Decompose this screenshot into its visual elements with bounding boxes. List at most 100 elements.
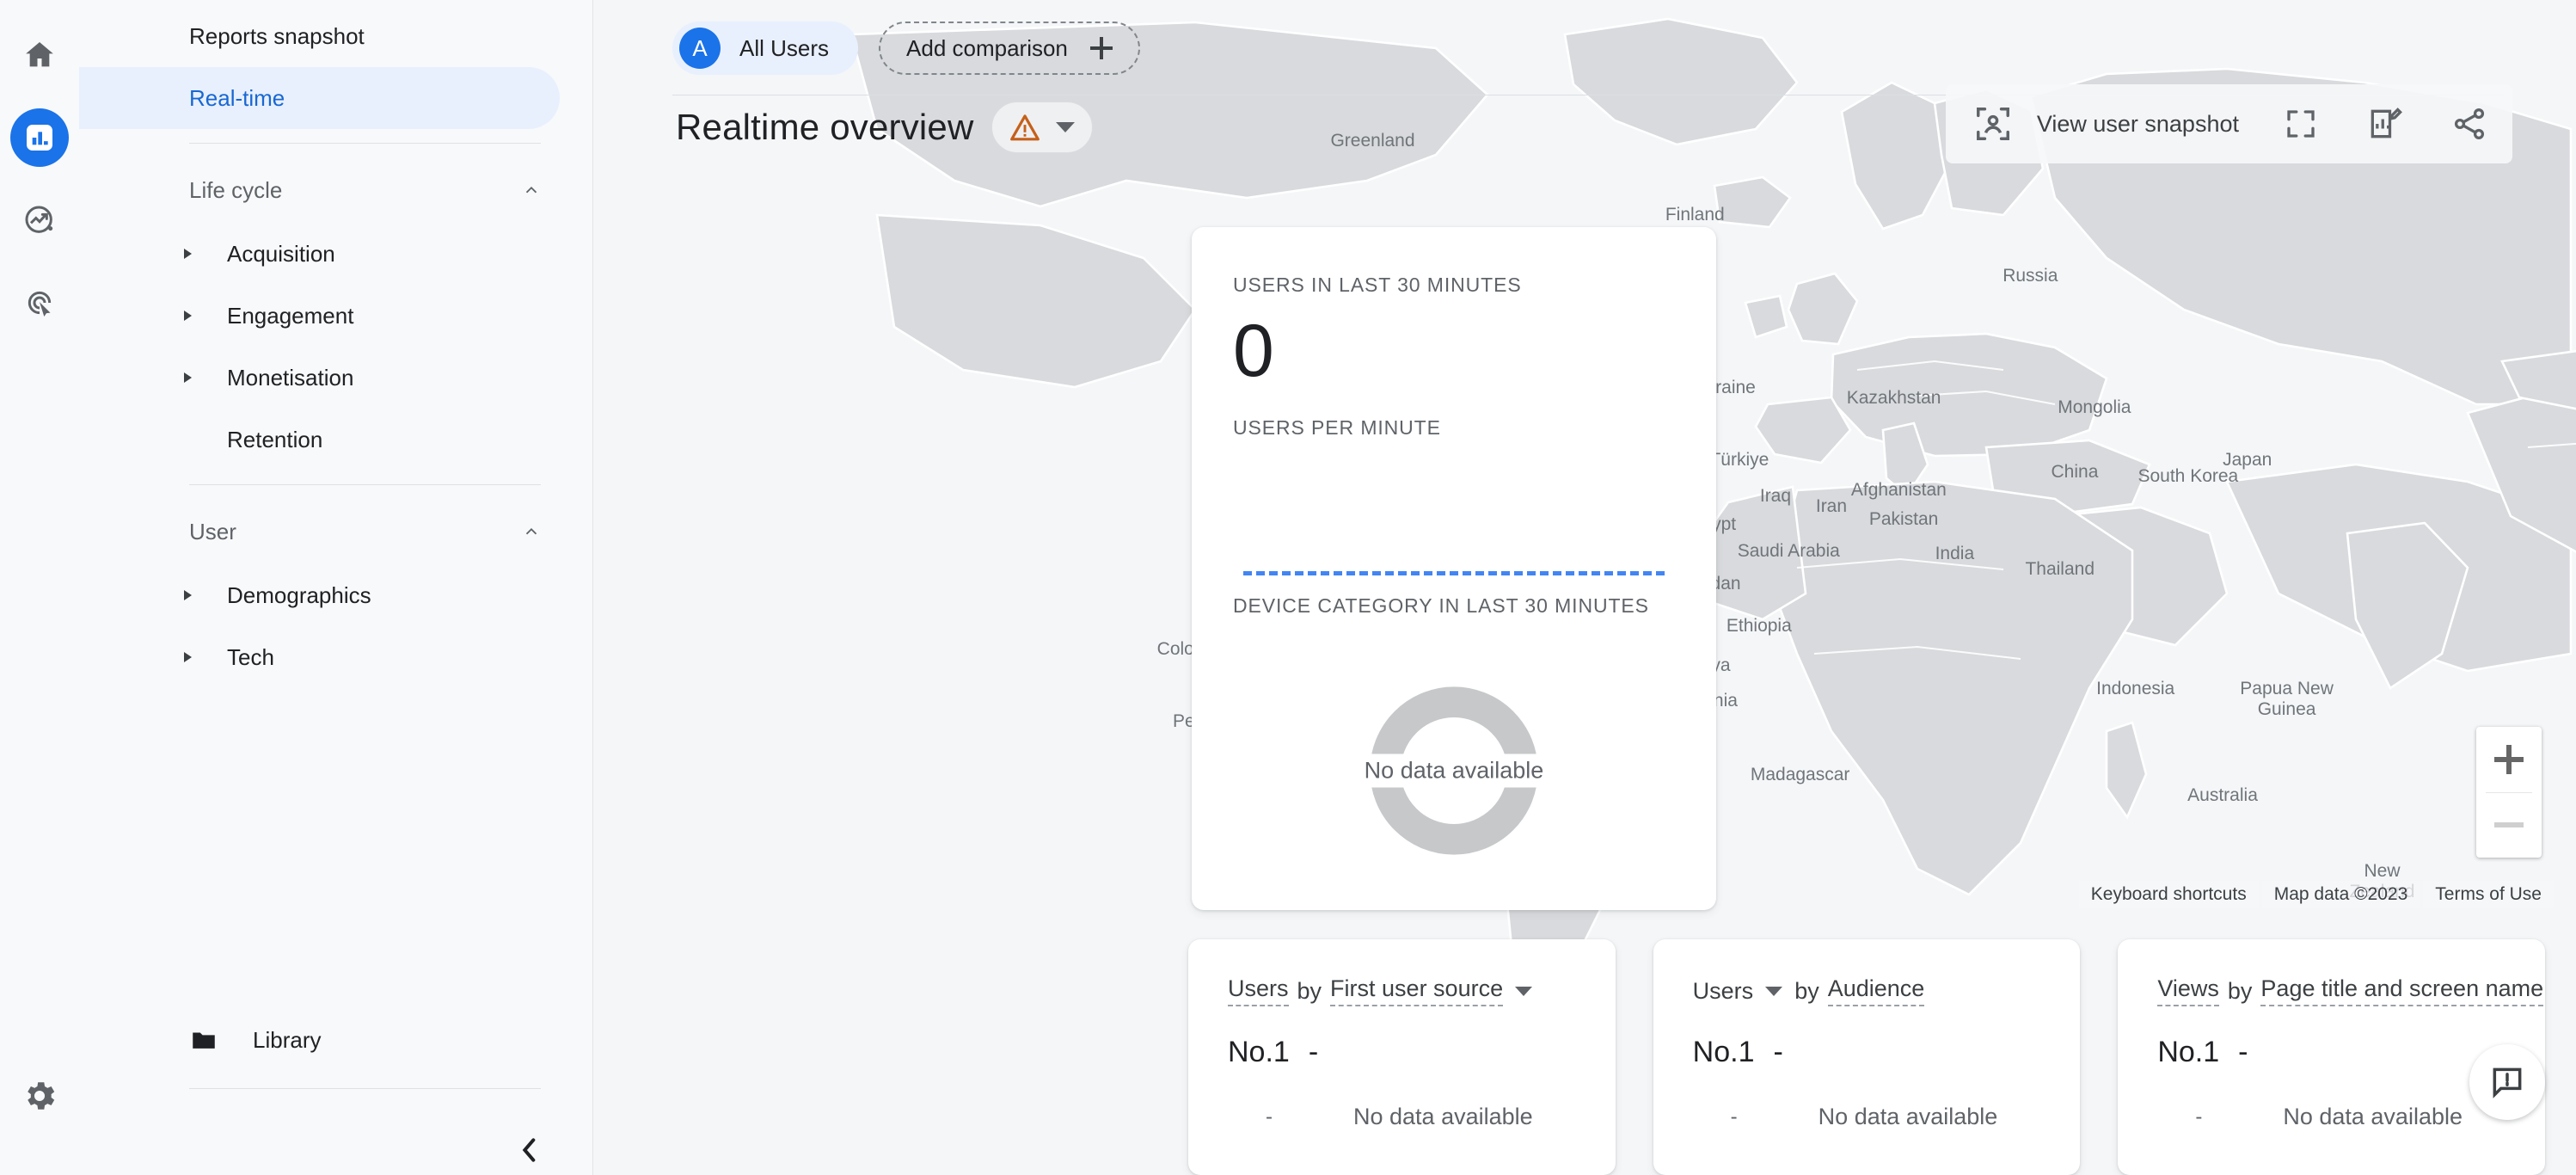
sidebar-item-library[interactable]: Library (189, 1025, 321, 1055)
sidebar-divider-2 (189, 484, 541, 485)
rank-value: - (1308, 1036, 1319, 1068)
map-label: South Korea (2137, 466, 2239, 487)
sidebar-item-reports-snapshot[interactable]: Reports snapshot (79, 5, 560, 67)
chevron-down-icon[interactable] (1765, 986, 1783, 996)
sidebar-section-life-cycle[interactable]: Life cycle (79, 157, 592, 223)
page-title: Realtime overview (676, 107, 974, 147)
sidebar-item-tech[interactable]: Tech (79, 626, 560, 688)
card-no-data-label: No data available (2283, 1104, 2463, 1129)
realtime-users-card: USERS IN LAST 30 MINUTES 0 USERS PER MIN… (1192, 227, 1716, 910)
send-feedback-button[interactable] (2469, 1044, 2545, 1120)
map-zoom-in-button[interactable] (2476, 727, 2542, 792)
map-zoom-out-button[interactable] (2476, 793, 2542, 858)
card-top-rank: No.1 - (1228, 1036, 1576, 1069)
sidebar-item-acquisition[interactable]: Acquisition (79, 223, 560, 285)
device-category-label: DEVICE CATEGORY IN LAST 30 MINUTES (1233, 594, 1649, 617)
reports-sidebar: Reports snapshot Real-time Life cycle Ac… (79, 0, 593, 1175)
sidebar-section-label: Life cycle (189, 176, 283, 203)
fullscreen-button[interactable] (2279, 102, 2323, 146)
map-label: Türkiye (1709, 450, 1769, 471)
card-no-data-label: No data available (1818, 1104, 1998, 1129)
map-label: Saudi Arabia (1737, 540, 1840, 561)
sidebar-item-monetisation[interactable]: Monetisation (79, 347, 560, 409)
comparison-toolbar: A All Users Add comparison (593, 0, 2576, 96)
chevron-up-icon (525, 527, 537, 535)
card-by-label: by (1794, 977, 1819, 1004)
home-icon[interactable] (10, 26, 69, 84)
card-metric-label[interactable]: Views (2157, 975, 2219, 1006)
card-dimension-label[interactable]: Page title and screen name (2260, 975, 2544, 1006)
advertising-icon[interactable] (10, 274, 69, 332)
collapse-sidebar-button[interactable] (513, 1133, 548, 1172)
sidebar-item-engagement[interactable]: Engagement (79, 285, 560, 347)
device-category-donut: No data available (1233, 642, 1675, 900)
map-label: Afghanistan (1850, 479, 1947, 500)
sidebar-divider-3 (189, 1088, 541, 1089)
sparkline-baseline (1243, 570, 1665, 575)
explore-icon[interactable] (10, 191, 69, 249)
page-title-row: Realtime overview (676, 102, 1093, 153)
rank-label: No.1 (1228, 1036, 1290, 1068)
data-warning-button[interactable] (991, 102, 1093, 153)
card-by-label: by (2227, 977, 2253, 1004)
card-by-label: by (1297, 977, 1322, 1004)
sidebar-item-label: Tech (227, 643, 274, 670)
chevron-up-icon (525, 186, 537, 194)
sidebar-section-label: User (189, 518, 236, 544)
dimension-cards-row: Users by First user source No.1 - - No d… (1188, 939, 2546, 1175)
users-per-minute-sparkline (1233, 440, 1675, 594)
add-comparison-button[interactable]: Add comparison (879, 22, 1140, 75)
edit-chart-icon (2371, 108, 2402, 138)
chevron-right-icon (184, 590, 192, 600)
map-label: Iraq (1759, 486, 1792, 507)
map-label: Iran (1815, 495, 1848, 516)
map-label: Pakistan (1868, 509, 1939, 530)
chevron-down-icon[interactable] (1515, 986, 1533, 996)
terms-of-use-link[interactable]: Terms of Use (2423, 881, 2554, 908)
card-dimension-label[interactable]: Audience (1827, 975, 1925, 1006)
share-button[interactable] (2447, 102, 2492, 146)
card-metric-label[interactable]: Users (1693, 978, 1754, 1005)
sidebar-item-retention[interactable]: Retention (79, 409, 560, 471)
card-users-by-first-user-source: Users by First user source No.1 - - No d… (1188, 939, 1616, 1175)
card-title: Views by Page title and screen name (2157, 975, 2544, 1006)
avatar: A (679, 28, 721, 69)
map-attribution: Keyboard shortcuts Map data ©2023 Terms … (2078, 881, 2554, 908)
donut-no-data-label: No data available (1355, 754, 1553, 788)
sidebar-item-label: Acquisition (227, 240, 335, 267)
card-body: - No data available (1228, 1104, 1576, 1130)
map-label: Madagascar (1750, 764, 1850, 784)
map-label: Papua New Guinea (2240, 678, 2334, 719)
users-value: 0 (1233, 310, 1274, 392)
warning-icon (1009, 114, 1040, 141)
map-data-label: Map data ©2023 (2261, 881, 2420, 908)
sidebar-item-real-time[interactable]: Real-time (79, 67, 560, 129)
sidebar-item-demographics[interactable]: Demographics (79, 564, 560, 626)
view-user-snapshot-button[interactable]: View user snapshot (1973, 104, 2239, 144)
card-dimension-label[interactable]: First user source (1330, 975, 1504, 1006)
card-title: Users by Audience (1693, 975, 2041, 1006)
chevron-right-icon (184, 249, 192, 259)
rank-label: No.1 (2157, 1036, 2220, 1068)
gear-icon[interactable] (10, 1067, 69, 1125)
card-metric-label[interactable]: Users (1228, 975, 1289, 1006)
sidebar-item-label: Real-time (189, 84, 285, 111)
rank-label: No.1 (1692, 1036, 1755, 1068)
analytics-realtime-page: Reports snapshot Real-time Life cycle Ac… (0, 0, 2576, 1175)
reports-icon[interactable] (10, 108, 69, 167)
map-label: Finland (1665, 205, 1725, 225)
card-title: Users by First user source (1228, 975, 1576, 1006)
keyboard-shortcuts-link[interactable]: Keyboard shortcuts (2078, 881, 2259, 908)
map-label: Greenland (1330, 131, 1415, 151)
plus-icon (2494, 744, 2524, 774)
card-body: - No data available (1693, 1104, 2041, 1130)
all-users-chip[interactable]: A All Users (672, 22, 859, 75)
map-label: Mongolia (2058, 397, 2131, 418)
map-label: India (1935, 544, 1975, 564)
sidebar-section-user[interactable]: User (79, 499, 592, 564)
sidebar-item-label: Retention (227, 426, 323, 452)
map-label: Ethiopia (1726, 616, 1792, 637)
chevron-right-icon (184, 311, 192, 321)
customise-report-button[interactable] (2363, 102, 2407, 146)
sidebar-item-label: Monetisation (227, 364, 354, 391)
